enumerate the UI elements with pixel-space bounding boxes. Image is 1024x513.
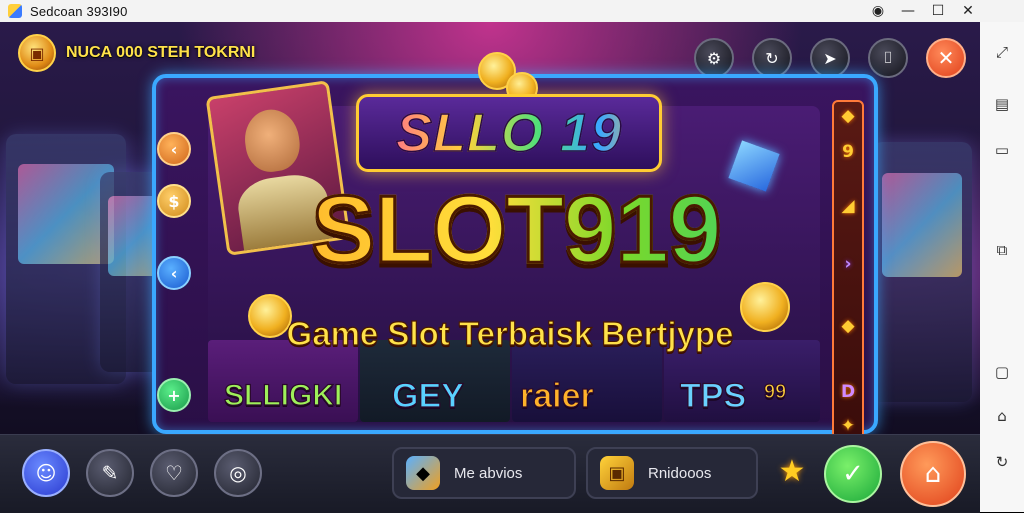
calendar-icon[interactable]: ▤ xyxy=(992,94,1012,114)
character-face xyxy=(241,106,304,176)
star-icon[interactable]: ★ xyxy=(774,453,810,489)
folder-icon[interactable]: ⌂ xyxy=(992,406,1012,426)
spaceship-icon: ◆ xyxy=(406,456,440,490)
symbol-sparkle: ✦ xyxy=(840,416,856,434)
game-view[interactable]: ▣ NUCA 000 STEH TOKRNI ⚙ ↻ ➤ ⌷ ✕ SLLO 19… xyxy=(0,22,980,434)
bottom-toolbar: ☺ ✎ ♡ ◎ ◆ Me abvios ▣ Rnidooos ★ ✓ ⌂ xyxy=(0,434,980,513)
screen-icon[interactable]: ▭ xyxy=(992,140,1012,160)
chest-icon: ▣ xyxy=(600,456,634,490)
reel-label-4: TPS xyxy=(679,376,747,415)
copy-icon[interactable]: ⧉ xyxy=(992,240,1012,260)
coin-button-icon[interactable]: $ xyxy=(157,184,191,218)
compass-icon[interactable]: ◎ xyxy=(214,449,262,497)
treasure-chest-icon: ▣ xyxy=(18,34,56,72)
symbol-diamond: ◆ xyxy=(841,106,855,126)
window-title: Sedcoan 393I90 xyxy=(30,3,128,19)
add-icon[interactable]: + xyxy=(157,378,191,412)
message-icon[interactable]: ▢ xyxy=(992,362,1012,382)
mode-pill-2[interactable]: ▣ Rnidooos xyxy=(586,447,758,499)
record-icon[interactable]: ◉ xyxy=(870,3,886,19)
symbol-diamond-2: ◆ xyxy=(841,316,855,336)
mode-pill-1-label: Me abvios xyxy=(454,464,523,482)
symbol-wedge: ◢ xyxy=(841,196,855,216)
window-controls: ◉ — ☐ ✕ xyxy=(870,0,1024,22)
play-green-button[interactable]: ✓ xyxy=(824,445,882,503)
reel-label-3: raier xyxy=(519,376,594,415)
settings-icon[interactable]: ⚙ xyxy=(694,38,734,78)
player-badge[interactable]: ▣ NUCA 000 STEH TOKRNI xyxy=(18,34,255,72)
rotate-icon[interactable]: ↻ xyxy=(992,452,1012,472)
mode-pill-1[interactable]: ◆ Me abvios xyxy=(392,447,576,499)
arcade-cabinet-right xyxy=(872,142,972,402)
logo-banner: SLLO 19 xyxy=(356,94,662,172)
mode-pill-2-label: Rnidooos xyxy=(648,464,712,482)
home-icon[interactable]: ⌂ xyxy=(900,441,966,507)
close-icon[interactable]: ✕ xyxy=(960,3,976,19)
bookmark-icon[interactable]: ⌷ xyxy=(868,38,908,78)
logo-subtitle: Game Slot Terbaisk Bertjype xyxy=(286,314,734,352)
right-symbol-column: ◆ 9 ◢ › ◆ D ✦ xyxy=(832,100,864,434)
symbol-d: D xyxy=(840,382,856,402)
reel-label-2: GEY xyxy=(391,376,464,415)
logo-small-text: SLLO 19 xyxy=(359,102,659,164)
app-icon xyxy=(8,4,22,18)
refresh-icon[interactable]: ↻ xyxy=(752,38,792,78)
top-icon-bar: ⚙ ↻ ➤ ⌷ ✕ xyxy=(694,38,966,78)
profile-icon[interactable]: ☺ xyxy=(22,449,70,497)
prev-arrow-icon[interactable]: ‹ xyxy=(157,256,191,290)
expand-icon[interactable]: ⤢ xyxy=(992,42,1012,62)
tools-icon[interactable]: ✎ xyxy=(86,449,134,497)
emulator-sidebar: ⤢ ▤ ▭ ⧉ ▢ ⌂ ↻ xyxy=(979,22,1024,512)
badge-text: NUCA 000 STEH TOKRNI xyxy=(66,44,256,61)
next-arrow-icon[interactable]: › xyxy=(834,254,862,274)
reel-label-1: SLLIGKI xyxy=(223,378,343,412)
window-titlebar: Sedcoan 393I90 ◉ — ☐ ✕ xyxy=(0,0,1024,22)
minimize-icon[interactable]: — xyxy=(900,3,916,19)
game-close-icon[interactable]: ✕ xyxy=(926,38,966,78)
quote-mark: 99 xyxy=(763,380,787,403)
share-icon[interactable]: ➤ xyxy=(810,38,850,78)
heart-icon[interactable]: ♡ xyxy=(150,449,198,497)
symbol-nine: 9 xyxy=(842,142,854,162)
main-logo: SLOT919 xyxy=(256,178,776,281)
back-arrow-icon[interactable]: ‹ xyxy=(157,132,191,166)
maximize-icon[interactable]: ☐ xyxy=(930,3,946,19)
